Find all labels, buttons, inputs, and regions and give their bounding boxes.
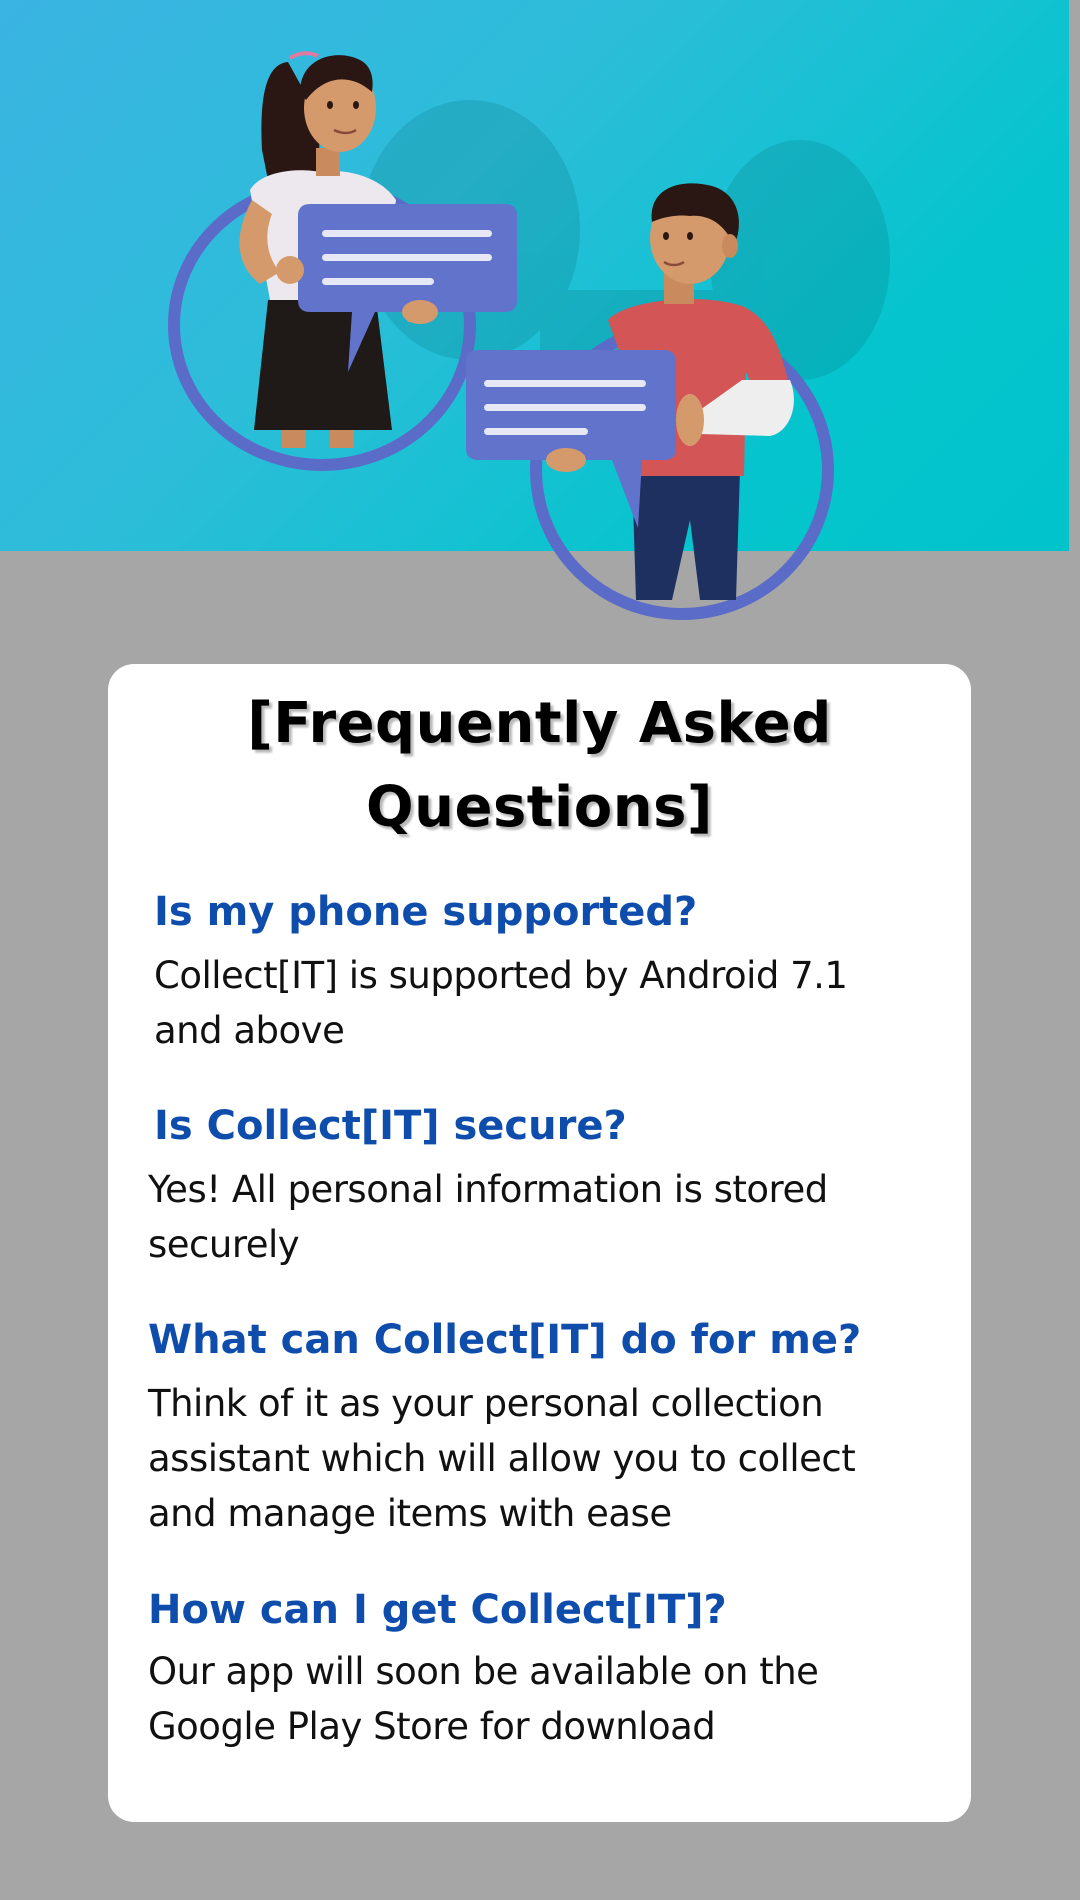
faq-question: What can Collect[IT] do for me? — [148, 1317, 862, 1363]
two-people-with-chat-bubbles-illustration — [168, 51, 890, 620]
faq-answer: Our app will soon be available on the Go… — [148, 1650, 819, 1748]
faq-card: [Frequently Asked Questions] Is my phone… — [108, 664, 971, 1822]
faq-question: Is Collect[IT] secure? — [154, 1103, 627, 1149]
faq-answer: Collect[IT] is supported by Android 7.1 … — [154, 954, 848, 1052]
faq-answer: Yes! All personal information is stored … — [148, 1168, 828, 1266]
faq-question: How can I get Collect[IT]? — [148, 1587, 727, 1633]
faq-title: [Frequently Asked Questions] — [247, 691, 832, 840]
faq-question: Is my phone supported? — [154, 889, 698, 935]
faq-answer: Think of it as your personal collection … — [148, 1382, 856, 1535]
